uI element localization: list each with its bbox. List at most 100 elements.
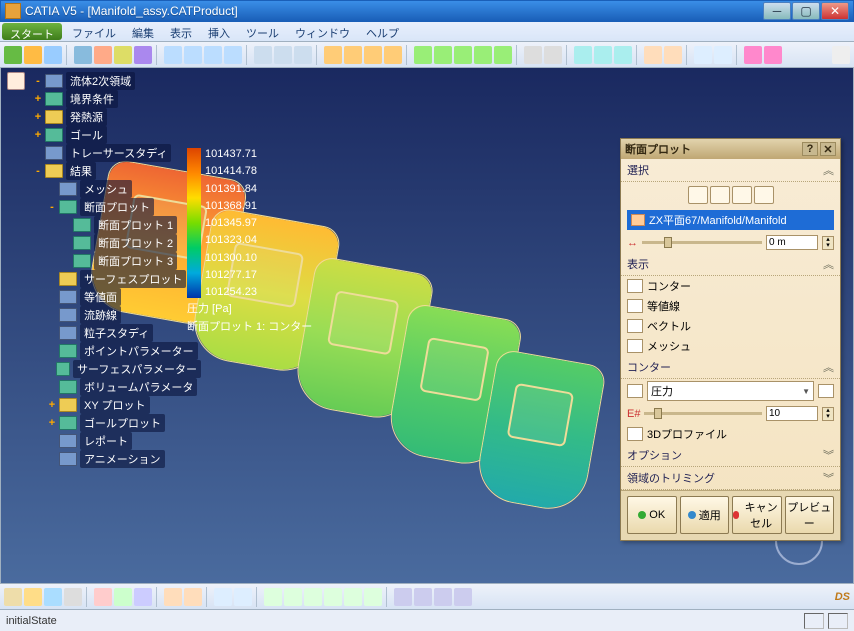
hide-show-icon[interactable] <box>434 588 452 606</box>
graphics-area[interactable]: -流体2次領域+境界条件+発熱源+ゴールトレーサースタディ-結果メッシュ-断面プ… <box>0 68 854 583</box>
menu-view[interactable]: 表示 <box>162 22 200 41</box>
paste-icon[interactable] <box>134 588 152 606</box>
multiview-icon[interactable] <box>394 588 412 606</box>
menu-file[interactable]: ファイル <box>64 22 124 41</box>
cancel-button[interactable]: キャンセル <box>732 496 782 534</box>
normal-view-icon[interactable] <box>364 588 382 606</box>
new-icon[interactable] <box>4 588 22 606</box>
expand-icon[interactable]: ︾ <box>823 447 834 463</box>
menu-help[interactable]: ヘルプ <box>358 22 407 41</box>
redo-icon[interactable] <box>184 588 202 606</box>
zoom-out-icon[interactable] <box>344 588 362 606</box>
lighting-icon[interactable] <box>574 46 592 64</box>
zoom-fit-icon[interactable] <box>714 46 732 64</box>
tree-node[interactable]: サーフェスプロット <box>45 270 201 288</box>
levels-input[interactable] <box>766 406 818 421</box>
pan-icon[interactable] <box>284 588 302 606</box>
report-icon[interactable] <box>524 46 542 64</box>
tree-node[interactable]: 等値面 <box>45 288 201 306</box>
cut-plot-icon[interactable] <box>324 46 342 64</box>
profile3d-toggle[interactable]: 3Dプロファイル <box>621 424 840 444</box>
tree-node[interactable]: 断面プロット 1 <box>59 216 201 234</box>
tree-node[interactable]: トレーサースタディ <box>31 144 201 162</box>
surface-param-icon[interactable] <box>434 46 452 64</box>
ok-button[interactable]: OK <box>627 496 677 534</box>
levels-slider[interactable] <box>644 412 762 415</box>
tree-node[interactable]: -流体2次領域 <box>31 72 201 90</box>
wizard-icon[interactable] <box>4 46 22 64</box>
help-icon[interactable] <box>764 46 782 64</box>
tree-node[interactable]: メッシュ <box>45 180 201 198</box>
flow-trajectory-icon[interactable] <box>384 46 402 64</box>
rotate-icon[interactable] <box>304 588 322 606</box>
heat-source-icon[interactable] <box>114 46 132 64</box>
menu-edit[interactable]: 編集 <box>124 22 162 41</box>
tree-node[interactable]: -結果 <box>31 162 201 180</box>
point-param-icon[interactable] <box>414 46 432 64</box>
fit-all-icon[interactable] <box>264 588 282 606</box>
screenshot-icon[interactable] <box>744 46 762 64</box>
shading-icon[interactable] <box>414 588 432 606</box>
offset-input[interactable] <box>766 235 818 250</box>
surface-plot-icon[interactable] <box>344 46 362 64</box>
tree-node[interactable]: +ゴールプロット <box>45 414 201 432</box>
offset-slider[interactable] <box>642 241 762 244</box>
specification-tree[interactable]: -流体2次領域+境界条件+発熱源+ゴールトレーサースタディ-結果メッシュ-断面プ… <box>31 72 201 468</box>
tree-node[interactable]: アニメーション <box>45 450 201 468</box>
vectors-toggle[interactable]: ベクトル <box>621 316 840 336</box>
plane-right-icon[interactable] <box>732 186 752 204</box>
offset-spinner[interactable]: ▴▾ <box>822 236 834 250</box>
animation-icon[interactable] <box>544 46 562 64</box>
isolines-toggle[interactable]: 等値線 <box>621 296 840 316</box>
tree-node[interactable]: レポート <box>45 432 201 450</box>
levels-spinner[interactable]: ▴▾ <box>822 407 834 421</box>
batch-icon[interactable] <box>224 46 242 64</box>
xy-plot-icon[interactable] <box>474 46 492 64</box>
load-results-icon[interactable] <box>254 46 272 64</box>
apply-button[interactable]: 適用 <box>680 496 730 534</box>
variable-select[interactable]: 圧力▼ <box>647 381 814 401</box>
tree-node[interactable]: +境界条件 <box>31 90 201 108</box>
display-icon[interactable] <box>594 46 612 64</box>
formula-icon[interactable] <box>214 588 232 606</box>
cut-icon[interactable] <box>94 588 112 606</box>
minimize-button[interactable]: ─ <box>763 2 791 20</box>
menu-insert[interactable]: 挿入 <box>200 22 238 41</box>
undo-icon[interactable] <box>164 588 182 606</box>
menu-window[interactable]: ウィンドウ <box>287 22 358 41</box>
panel-close-button[interactable]: ✕ <box>820 142 836 156</box>
mesh-icon[interactable] <box>164 46 182 64</box>
units-icon[interactable] <box>44 46 62 64</box>
tree-node[interactable]: ポイントパラメーター <box>45 342 201 360</box>
menu-tools[interactable]: ツール <box>238 22 287 41</box>
zoom-in-icon[interactable] <box>324 588 342 606</box>
compass-icon[interactable] <box>7 72 25 90</box>
parametric-icon[interactable] <box>294 46 312 64</box>
menu-start[interactable]: スタート <box>2 23 62 40</box>
collapse-icon[interactable]: ︽ <box>823 162 834 178</box>
tree-node[interactable]: +XY プロット <box>45 396 201 414</box>
close-button[interactable]: ✕ <box>821 2 849 20</box>
panel-help-button[interactable]: ? <box>802 142 818 156</box>
view-orientation-icon[interactable] <box>694 46 712 64</box>
tree-node[interactable]: ボリュームパラメータ <box>45 378 201 396</box>
workbench-icon[interactable] <box>832 46 850 64</box>
contour-toggle[interactable]: コンター <box>621 276 840 296</box>
mesh-toggle[interactable]: メッシュ <box>621 336 840 356</box>
isosurface-icon[interactable] <box>364 46 382 64</box>
preview-button[interactable]: プレビュー <box>785 496 835 534</box>
tree-node[interactable]: +発熱源 <box>31 108 201 126</box>
variable-edit-icon[interactable] <box>818 384 834 398</box>
tree-node[interactable]: -断面プロット <box>45 198 201 216</box>
boundary-condition-icon[interactable] <box>94 46 112 64</box>
volume-param-icon[interactable] <box>454 46 472 64</box>
tree-node[interactable]: 流跡線 <box>45 306 201 324</box>
scene-icon[interactable] <box>274 46 292 64</box>
goal-plot-icon[interactable] <box>494 46 512 64</box>
collapse-icon[interactable]: ︽ <box>823 256 834 272</box>
goal-icon[interactable] <box>134 46 152 64</box>
general-settings-icon[interactable] <box>24 46 42 64</box>
maximize-button[interactable]: ▢ <box>792 2 820 20</box>
tree-node[interactable]: 断面プロット 3 <box>59 252 201 270</box>
tree-node[interactable]: +ゴール <box>31 126 201 144</box>
